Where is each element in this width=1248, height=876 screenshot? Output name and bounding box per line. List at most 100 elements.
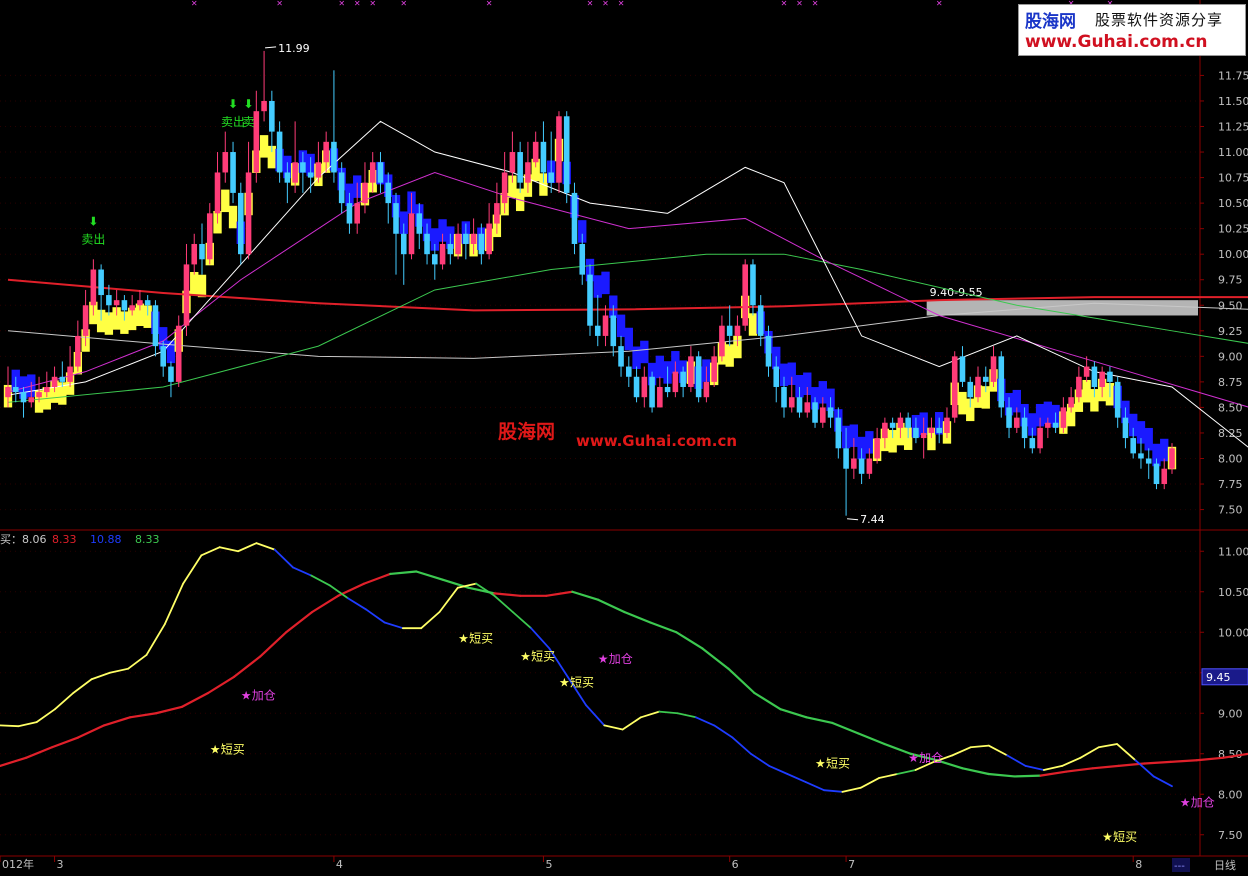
signal-star-icon: ★ [1180, 795, 1191, 809]
fast-line-segment [1152, 775, 1173, 788]
signal-label: 加仓 [919, 751, 943, 765]
watermark-site-name: 股海网 [498, 420, 555, 443]
ribbon-down [1144, 427, 1153, 451]
fast-line-segment [511, 611, 532, 630]
candle-body [594, 325, 601, 336]
candle-body [579, 243, 586, 275]
candle [377, 152, 384, 193]
candle-body [548, 172, 554, 183]
candle-body [804, 402, 811, 413]
site-logo[interactable]: 股海网 股票软件资源分享 www.Guhai.com.cn [1018, 4, 1246, 56]
ribbon-down [616, 314, 626, 338]
fast-line-segment [17, 721, 38, 728]
candle-body [369, 162, 376, 183]
candle [959, 346, 966, 387]
candle [1114, 376, 1121, 428]
sell-marker: 卖出 [81, 232, 105, 246]
candle-body [742, 264, 748, 326]
fast-line-segment [1024, 765, 1045, 771]
candle-body [230, 152, 236, 193]
candle [719, 315, 725, 362]
fast-line-segment [621, 716, 642, 731]
candle-body [843, 448, 849, 469]
ribbon-down [624, 327, 633, 351]
candle-body [1029, 438, 1036, 449]
signal-label: 加仓 [609, 652, 633, 666]
candle-body [509, 152, 516, 173]
x-tick-label: 8 [1135, 858, 1142, 871]
candle-body [346, 203, 353, 224]
candle-body [1006, 407, 1012, 428]
candle-body [331, 141, 337, 173]
candle-body [812, 402, 818, 423]
candle-body [501, 172, 508, 204]
candle-body [354, 203, 360, 224]
flag-mark: ✕ [781, 0, 788, 8]
candle-body [160, 346, 166, 367]
candle-body [300, 162, 306, 173]
fast-line-segment [90, 671, 111, 681]
slow-line-segment [831, 721, 860, 735]
candle-body [664, 386, 671, 393]
candle [532, 131, 539, 168]
fast-line-segment [273, 548, 294, 569]
flag-mark: ✕ [602, 0, 609, 8]
candle [253, 90, 260, 183]
candle [67, 346, 73, 387]
candle-body [307, 172, 314, 178]
candle-body [959, 356, 966, 382]
ribbon-up [725, 344, 734, 367]
fast-line-segment [1116, 743, 1137, 762]
candle-body [641, 376, 648, 398]
candle-body [137, 300, 143, 306]
price-tick-label: 11.50 [1218, 95, 1248, 108]
flag-mark: ✕ [587, 0, 594, 8]
candle-body [602, 315, 609, 336]
flag-mark: ✕ [276, 0, 283, 8]
slow-line-segment [1143, 760, 1172, 765]
signal-star-icon: ★ [815, 756, 826, 770]
candle [742, 259, 748, 331]
candle [602, 305, 609, 347]
fast-line-segment [145, 623, 166, 656]
candle-body [1083, 366, 1090, 377]
candle [594, 295, 601, 347]
candle-body [44, 386, 50, 393]
candle-body [944, 417, 950, 433]
price-tick-label: 10.75 [1218, 172, 1248, 185]
logo-site-name: 股海网 [1025, 12, 1076, 32]
candle-body [455, 233, 461, 255]
candle-body [532, 141, 539, 163]
x-tick-label: 5 [545, 858, 552, 871]
candle [990, 346, 997, 387]
candle-body [432, 254, 438, 265]
candle-body [680, 371, 686, 387]
fast-line-segment [108, 667, 130, 674]
price-tick-label: 11.25 [1218, 121, 1248, 134]
x-tick-label: 4 [336, 858, 343, 871]
candle-body [67, 366, 73, 382]
signal-label: 短买 [1113, 830, 1137, 844]
fast-line-segment [1006, 754, 1027, 767]
fast-line-segment [292, 566, 313, 577]
signal-label: 短买 [531, 650, 555, 664]
candle-body [563, 116, 570, 193]
indicator-legend-item: 10.88 [90, 533, 122, 546]
fast-line-segment [676, 712, 697, 719]
fast-line-segment [35, 708, 56, 724]
candle-body [905, 417, 911, 428]
slow-line-segment [987, 772, 1016, 778]
ribbon-up [190, 271, 199, 295]
candle [238, 182, 244, 265]
candle-body [897, 417, 904, 428]
candle-body [851, 458, 857, 469]
candle-body [556, 116, 562, 183]
fast-line-segment [859, 777, 880, 789]
candle-body [1153, 463, 1160, 485]
candle-body [695, 356, 702, 398]
candle-body [439, 243, 446, 265]
candle-body [703, 381, 710, 398]
zone-label: 9.40-9.55 [930, 286, 983, 299]
candle-body [284, 172, 291, 183]
candle-body [1014, 417, 1020, 428]
